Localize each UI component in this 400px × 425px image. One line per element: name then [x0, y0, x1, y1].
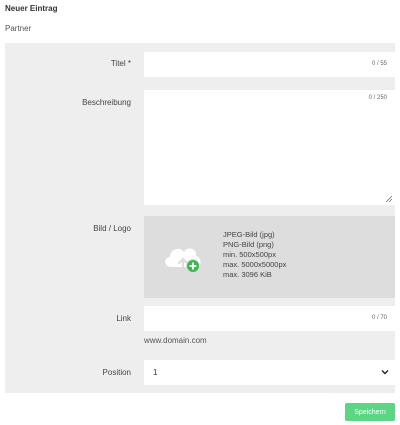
position-selected-value: 1 [153, 368, 158, 377]
description-counter: 0 / 250 [368, 95, 387, 101]
position-label: Position [102, 368, 131, 377]
chevron-down-icon [381, 370, 389, 375]
description-label: Beschreibung [82, 98, 131, 107]
requirement-max-filesize: max. 3096 KiB [223, 270, 272, 279]
link-counter: 0 / 70 [371, 315, 387, 321]
form-panel: Titel * 0 / 55 Beschreibung 0 / 250 Bild… [5, 43, 395, 393]
title-counter: 0 / 55 [371, 61, 387, 67]
page-header: Neuer Eintrag Partner [5, 4, 57, 33]
image-upload-dropzone[interactable]: JPEG-Bild (jpg) PNG-Bild (png) min. 500x… [144, 216, 395, 298]
position-select[interactable]: 1 [144, 360, 395, 385]
image-label: Bild / Logo [93, 224, 131, 233]
save-button[interactable]: Speichern [345, 403, 395, 421]
resize-handle-icon[interactable] [386, 196, 392, 202]
requirement-min-size: min. 500x500px [223, 250, 276, 259]
cloud-upload-add-icon [165, 248, 201, 273]
requirement-png: PNG-Bild (png) [223, 240, 274, 249]
page-subtitle: Partner [5, 24, 32, 33]
title-label: Titel * [110, 59, 131, 68]
page-title: Neuer Eintrag [5, 4, 58, 13]
link-hint: www.domain.com [144, 336, 207, 345]
link-input[interactable]: 0 / 70 [144, 306, 395, 331]
link-label: Link [116, 314, 131, 323]
description-textarea[interactable]: 0 / 250 [144, 90, 395, 205]
title-input[interactable]: 0 / 55 [144, 52, 395, 77]
image-requirements: JPEG-Bild (jpg) PNG-Bild (png) min. 500x… [223, 230, 286, 280]
requirement-max-size: max. 5000x5000px [223, 260, 287, 269]
requirement-jpeg: JPEG-Bild (jpg) [223, 230, 275, 239]
